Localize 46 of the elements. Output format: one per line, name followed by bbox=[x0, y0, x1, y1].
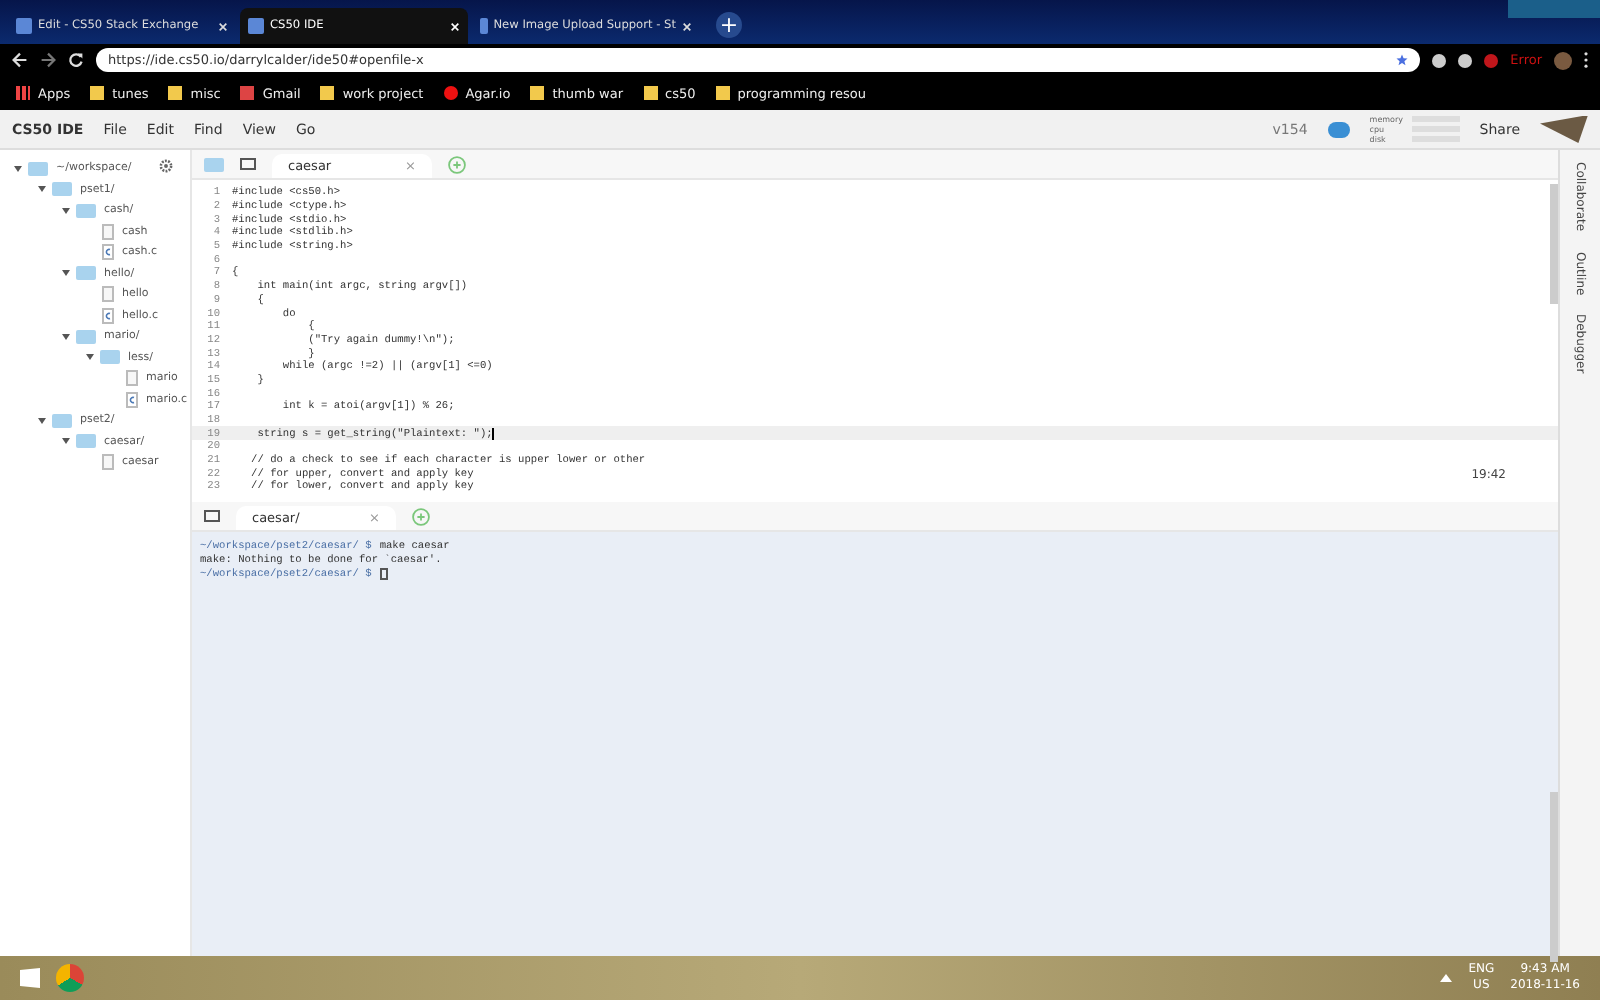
expand-arrow-icon[interactable] bbox=[86, 354, 94, 361]
windows-icon[interactable] bbox=[20, 968, 40, 988]
bookmark-icon bbox=[168, 86, 183, 100]
back-icon[interactable] bbox=[12, 52, 28, 68]
forward-icon[interactable] bbox=[40, 52, 56, 68]
expand-arrow-icon[interactable] bbox=[62, 270, 70, 277]
expand-arrow-icon[interactable] bbox=[14, 165, 22, 172]
cloud-icon[interactable] bbox=[1327, 121, 1350, 137]
file-icon bbox=[102, 454, 114, 471]
bookmark-icon bbox=[320, 86, 335, 100]
file-icon bbox=[126, 370, 138, 387]
page-icon bbox=[480, 18, 488, 34]
settings-icon[interactable] bbox=[158, 158, 174, 174]
expand-arrow-icon[interactable] bbox=[62, 333, 70, 340]
terminal-icon[interactable] bbox=[240, 158, 256, 170]
terminal-icon[interactable] bbox=[204, 510, 220, 522]
avatar-icon[interactable] bbox=[1554, 51, 1572, 69]
file-icon bbox=[102, 286, 114, 303]
star-icon[interactable] bbox=[1396, 54, 1409, 66]
c-file-icon bbox=[126, 391, 138, 408]
terminal-cursor bbox=[379, 567, 388, 579]
reload-icon[interactable] bbox=[68, 52, 84, 68]
bookmark-icon bbox=[90, 86, 105, 100]
new-tab-button[interactable]: + bbox=[716, 12, 742, 38]
close-icon[interactable] bbox=[682, 21, 692, 31]
expand-arrow-icon[interactable] bbox=[38, 186, 46, 193]
page-icon bbox=[16, 18, 32, 34]
close-icon[interactable] bbox=[218, 21, 228, 31]
c-file-icon bbox=[102, 307, 114, 324]
file-icon bbox=[102, 223, 114, 240]
bookmark-icon bbox=[240, 86, 255, 100]
bookmark-icon bbox=[715, 86, 730, 100]
bookmark-icon bbox=[443, 86, 458, 100]
c-file-icon bbox=[102, 244, 114, 261]
bookmark-icon bbox=[16, 86, 30, 100]
page-icon bbox=[248, 18, 264, 34]
scrollbar[interactable] bbox=[1550, 184, 1558, 304]
expand-arrow-icon[interactable] bbox=[38, 417, 46, 424]
text-cursor bbox=[492, 427, 495, 440]
bookmark-icon bbox=[530, 86, 545, 100]
expand-arrow-icon[interactable] bbox=[62, 438, 70, 445]
caret-icon[interactable] bbox=[1440, 974, 1453, 982]
folder-icon bbox=[76, 266, 96, 281]
expand-arrow-icon[interactable] bbox=[62, 207, 70, 214]
bookmark-icon bbox=[643, 86, 657, 100]
scrollbar[interactable] bbox=[1550, 792, 1558, 962]
